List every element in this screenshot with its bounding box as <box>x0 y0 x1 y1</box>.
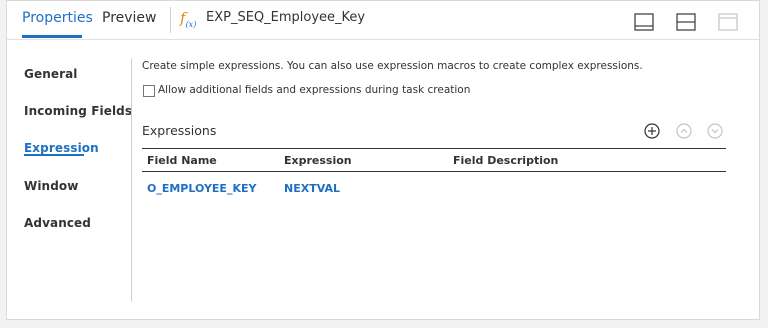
panel-split-layout-icon[interactable] <box>676 13 696 31</box>
nav-item-window[interactable]: Window <box>24 179 78 193</box>
tab-properties[interactable]: Properties <box>22 10 93 26</box>
column-header-field-description[interactable]: Field Description <box>453 154 558 167</box>
active-nav-indicator <box>24 154 84 156</box>
expressions-section-title: Expressions <box>142 123 217 138</box>
expression-description: Create simple expressions. You can also … <box>142 60 643 72</box>
header-rule <box>7 39 759 40</box>
move-up-circle-icon[interactable] <box>676 123 692 139</box>
header-divider <box>170 7 171 33</box>
nav-item-advanced[interactable]: Advanced <box>24 216 91 230</box>
active-tab-indicator <box>22 35 82 38</box>
column-header-expression[interactable]: Expression <box>284 154 352 167</box>
table-header-rule <box>142 171 726 172</box>
nav-divider <box>131 58 132 302</box>
move-down-circle-icon[interactable] <box>707 123 723 139</box>
nav-item-expression[interactable]: Expression <box>24 141 99 155</box>
column-header-field-name[interactable]: Field Name <box>147 154 217 167</box>
add-circle-icon[interactable] <box>644 123 660 139</box>
panel-top-layout-icon[interactable] <box>718 13 738 31</box>
nav-item-general[interactable]: General <box>24 67 78 81</box>
allow-additional-fields-label: Allow additional fields and expressions … <box>158 84 471 96</box>
transformation-name: EXP_SEQ_Employee_Key <box>206 10 366 25</box>
allow-additional-fields-checkbox[interactable] <box>143 85 155 97</box>
panel-bottom-layout-icon[interactable] <box>634 13 654 31</box>
nav-item-incoming-fields[interactable]: Incoming Fields <box>24 104 132 118</box>
properties-panel: Properties Preview f(x) EXP_SEQ_Employee… <box>6 0 760 320</box>
table-top-rule <box>142 148 726 149</box>
expression-fx-icon: f(x) <box>180 9 197 29</box>
field-name-cell[interactable]: O_EMPLOYEE_KEY <box>147 182 256 195</box>
tab-preview[interactable]: Preview <box>102 10 157 26</box>
expression-cell[interactable]: NEXTVAL <box>284 182 340 195</box>
